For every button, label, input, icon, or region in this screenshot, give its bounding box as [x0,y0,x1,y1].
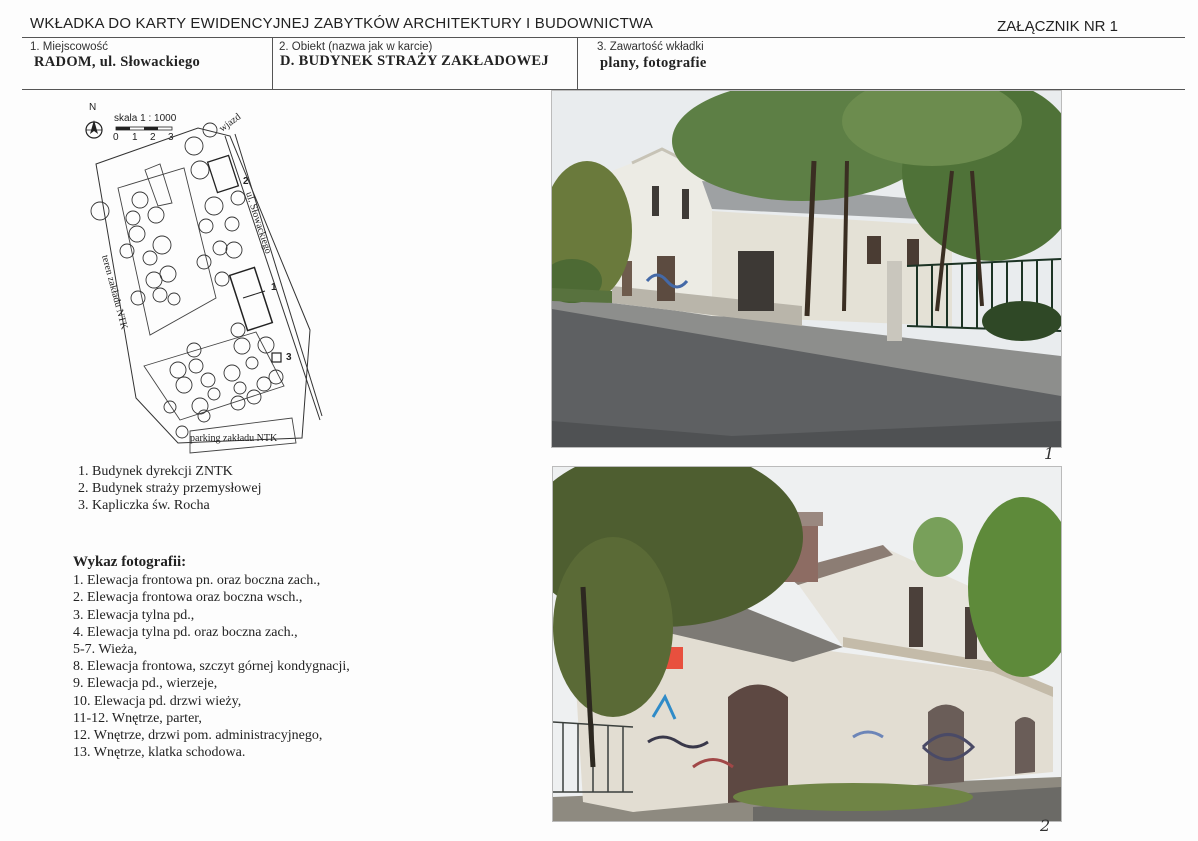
photo-list-item: 4. Elewacja tylna pd. oraz boczna zach., [73,624,298,640]
photo-list-item: 10. Elewacja pd. drzwi wieży, [73,693,242,709]
plant-area-label: teren zakładu NTK [99,254,130,332]
photo-list-item: 12. Wnętrze, drzwi pom. administracyjneg… [73,728,323,744]
north-arrow-icon [85,120,103,139]
photo-list-item: 2. Elewacja frontowa oraz boczna wsch., [73,590,303,606]
photo-list-item: 13. Wnętrze, klatka schodowa. [73,745,246,761]
photo-list-item: 1. Elewacja frontowa pn. oraz boczna zac… [73,573,321,589]
photo-1 [551,90,1062,448]
photo-list-item: 5-7. Wieża, [73,642,138,658]
object-value: D. BUDYNEK STRAŻY ZAKŁADOWEJ [280,53,549,69]
legend-item: 1. Budynek dyrekcji ZNTK [78,464,233,479]
legend-item: 2. Budynek straży przemysłowej [78,481,262,496]
site-plan-map: N skala 1 : 1000 0 1 2 3 2 1 3 ul. Słowa… [85,102,323,454]
header-rule-top [22,37,1185,38]
field-divider-2 [577,37,578,89]
entrance-label: wjazd [217,111,243,134]
photo-list-item: 9. Elewacja pd., wierzeje, [73,676,218,692]
photo-list-item: 8. Elewacja frontowa, szczyt górnej kond… [73,659,350,675]
map-legend: 1. Budynek dyrekcji ZNTK 2. Budynek stra… [78,463,262,514]
photo-list-item: 11-12. Wnętrze, parter, [73,710,202,726]
locality-label: 1. Miejscowość [30,41,108,53]
scale-tick-2: 2 [150,132,156,143]
photo-2-number: 2 [1040,816,1051,835]
contents-label: 3. Zawartość wkładki [597,41,704,53]
scale-tick-1: 1 [132,132,138,143]
document-title: WKŁADKA DO KARTY EWIDENCYJNEJ ZABYTKÓW A… [30,15,654,32]
street-label: ul. Słowackiego [243,191,273,256]
map-marker-1: 1 [271,282,277,293]
scale-label: skala 1 : 1000 [114,113,177,124]
trees [90,122,284,439]
locality-value: RADOM, ul. Słowackiego [34,54,201,70]
object-label: 2. Obiekt (nazwa jak w karcie) [279,41,433,53]
photo-2 [552,466,1062,822]
annex-label: ZAŁĄCZNIK NR 1 [997,18,1118,35]
scale-tick-0: 0 [113,132,119,143]
legend-item: 3. Kapliczka św. Rocha [78,498,210,513]
map-marker-3: 3 [286,352,292,363]
photo-list-item: 3. Elewacja tylna pd., [73,607,195,623]
north-label: N [89,102,96,113]
photo-list-heading: Wykaz fotografii: [73,554,187,570]
contents-value: plany, fotografie [600,55,707,71]
field-divider-1 [272,37,273,89]
parking-label: parking zakładu NTK [190,433,278,444]
photo-1-number: 1 [1044,444,1055,463]
map-marker-2: 2 [243,176,249,187]
photo-list: Wykaz fotografii: 1. Elewacja frontowa p… [73,554,350,761]
